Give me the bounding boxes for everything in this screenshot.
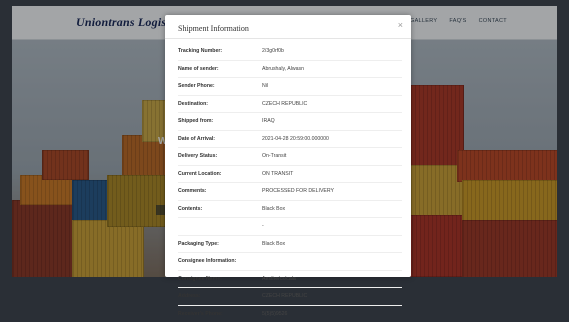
table-row: Packaging Type: Black Box — [178, 235, 402, 253]
row-label: Current Location: — [178, 171, 262, 177]
table-row: Name of sender: Abrushaly, Alwasn — [178, 60, 402, 78]
row-value: IRAQ — [262, 118, 275, 124]
table-row: Consignee Information: — [178, 252, 402, 270]
table-row: Sender Phone: Nil — [178, 77, 402, 95]
modal-divider — [165, 38, 411, 39]
shipment-details-table: Tracking Number: 2/3g0rf0b Name of sende… — [178, 43, 402, 322]
table-row: - — [178, 217, 402, 235]
table-row: Consignee Name: Aesthe/cs/cala — [178, 270, 402, 288]
row-label: Tracking Number: — [178, 48, 262, 54]
table-row: Current Location: ON TRANSIT — [178, 165, 402, 183]
table-row: Comments: PROCESSED FOR DELIVERY — [178, 182, 402, 200]
row-value: 2021-04-28 20:59:00.000000 — [262, 136, 329, 142]
table-row: Shipped from: IRAQ — [178, 112, 402, 130]
row-label: Delivery Status: — [178, 153, 262, 159]
close-icon[interactable]: × — [398, 20, 403, 30]
modal-title: Shipment Information — [178, 24, 249, 33]
row-value: - — [262, 223, 264, 229]
row-value: ON TRANSIT — [262, 171, 293, 177]
row-label: Destination: — [178, 101, 262, 107]
row-label: Receiver's Phone: — [178, 311, 262, 317]
row-label: Sender Phone: — [178, 83, 262, 89]
table-row: Address: CZECH REPUBLIC — [178, 287, 402, 305]
table-row: Destination: CZECH REPUBLIC — [178, 95, 402, 113]
row-value: CZECH REPUBLIC — [262, 293, 307, 299]
row-label: Consignee Information: — [178, 258, 262, 264]
table-row: Delivery Status: On-Transit — [178, 147, 402, 165]
row-label: Address: — [178, 293, 262, 299]
row-value: 2/3g0rf0b — [262, 48, 284, 54]
row-value: On-Transit — [262, 153, 286, 159]
shipment-info-modal: Shipment Information × Tracking Number: … — [165, 15, 411, 277]
table-row: Date of Arrival: 2021-04-28 20:59:00.000… — [178, 130, 402, 148]
table-row: Receiver's Phone: 5(5)5)9526 — [178, 305, 402, 322]
row-value: Black Box — [262, 241, 285, 247]
row-label: Packaging Type: — [178, 241, 262, 247]
row-label: Comments: — [178, 188, 262, 194]
row-label: Name of sender: — [178, 66, 262, 72]
row-value: CZECH REPUBLIC — [262, 101, 307, 107]
table-row: Tracking Number: 2/3g0rf0b — [178, 43, 402, 60]
row-label: Contents: — [178, 206, 262, 212]
row-value: Abrushaly, Alwasn — [262, 66, 304, 72]
row-value: 5(5)5)9526 — [262, 311, 287, 317]
row-label: Shipped from: — [178, 118, 262, 124]
row-value: Nil — [262, 83, 268, 89]
row-value: Black Box — [262, 206, 285, 212]
row-label: Date of Arrival: — [178, 136, 262, 142]
table-row: Contents: Black Box — [178, 200, 402, 218]
row-value: PROCESSED FOR DELIVERY — [262, 188, 334, 194]
